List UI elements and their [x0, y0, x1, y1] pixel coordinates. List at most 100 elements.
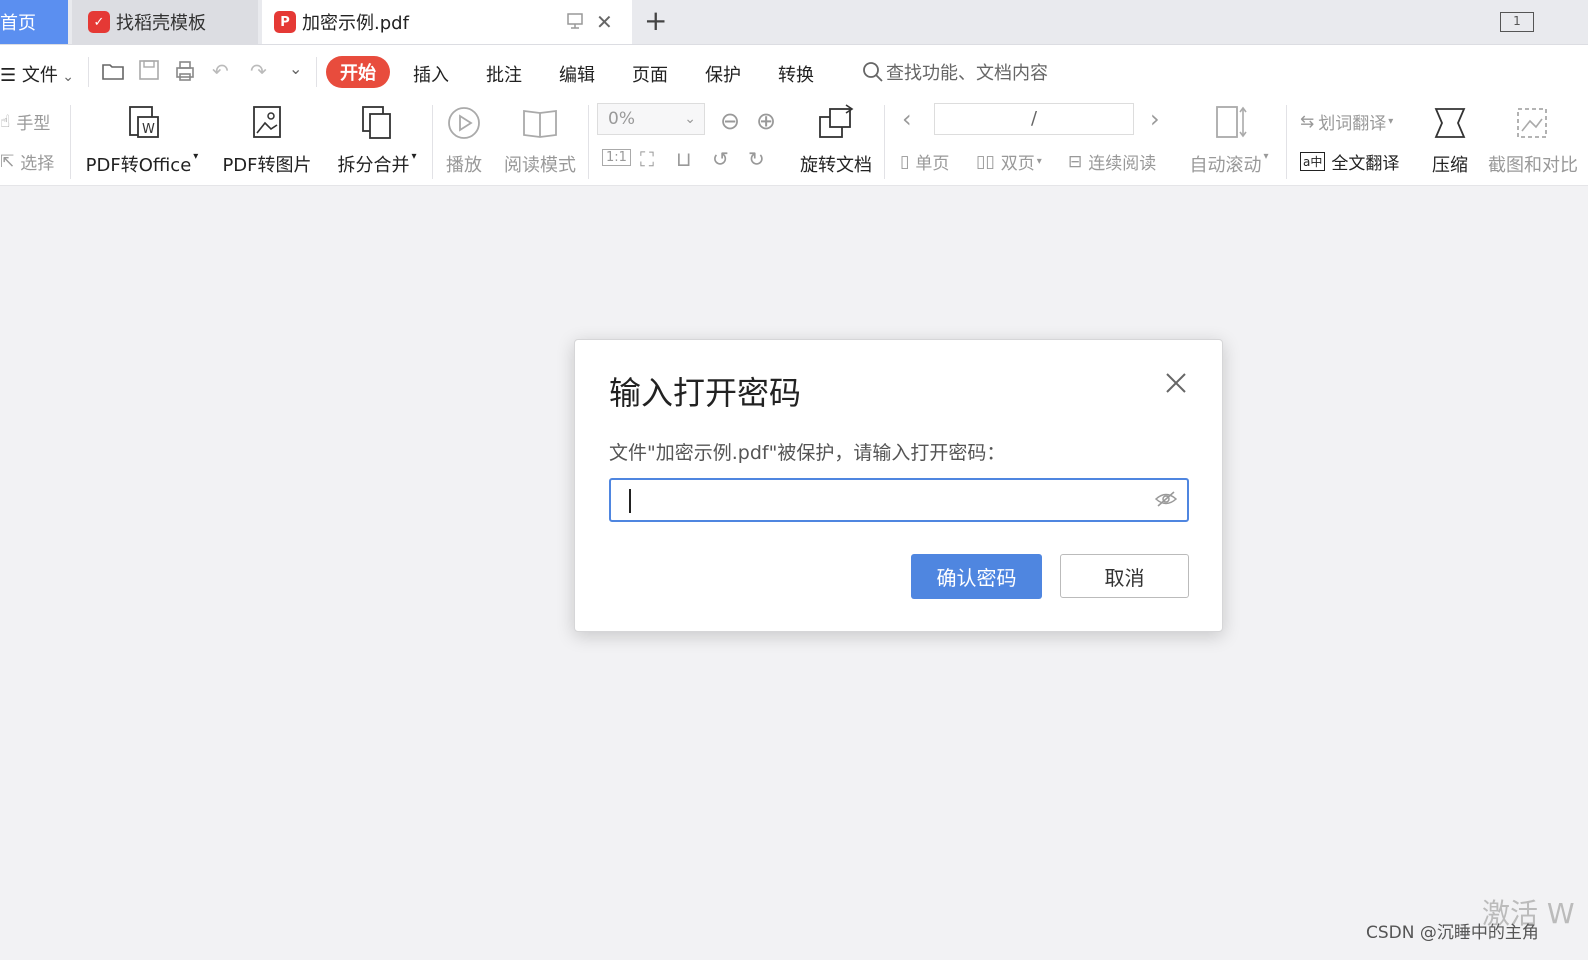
file-menu[interactable]: ☰ 文件 ⌄	[0, 61, 74, 87]
tab-annotate[interactable]: 批注	[486, 61, 522, 87]
divider	[316, 57, 317, 87]
close-tab-icon[interactable]: ✕	[596, 10, 613, 34]
divider	[432, 105, 433, 179]
page-number-input[interactable]: /	[934, 103, 1134, 135]
window-layout-control[interactable]: 1	[1500, 10, 1534, 32]
docer-logo-icon: ✓	[88, 11, 110, 33]
tab-home-label: 首页	[0, 13, 36, 34]
pdf-to-office-button[interactable]: W PDF转Office ▾	[84, 103, 200, 177]
divider	[1286, 105, 1287, 179]
pdf-to-image-label: PDF转图片	[222, 155, 312, 176]
redo-icon[interactable]: ↷	[250, 59, 267, 83]
tab-home[interactable]: 首页	[0, 0, 68, 44]
tab-insert[interactable]: 插入	[413, 61, 449, 87]
auto-scroll-label: 自动滚动	[1189, 155, 1262, 176]
tab-start[interactable]: 开始	[326, 56, 390, 88]
tab-document[interactable]: P 加密示例.pdf ✕	[262, 0, 632, 44]
continuous-read-button[interactable]: ⊟ 连续阅读	[1068, 149, 1157, 175]
pdf-to-image-button[interactable]: PDF转图片	[222, 103, 312, 177]
dialog-title: 输入打开密码	[609, 374, 802, 412]
compress-label: 压缩	[1432, 155, 1468, 176]
full-translate-icon: a中	[1300, 152, 1326, 171]
play-button[interactable]: 播放	[444, 103, 484, 177]
continuous-read-icon: ⊟	[1068, 151, 1083, 172]
auto-scroll-icon	[1216, 106, 1247, 138]
play-icon	[448, 107, 480, 139]
zoom-input[interactable]: 0% ⌄	[597, 103, 705, 135]
open-folder-icon[interactable]	[101, 59, 125, 88]
tab-protect[interactable]: 保护	[705, 61, 741, 87]
cancel-label: 取消	[1104, 565, 1145, 590]
tab-document-label: 加密示例.pdf	[302, 13, 409, 34]
tab-templates-label: 找稻壳模板	[116, 13, 206, 34]
auto-scroll-button[interactable]: 自动滚动 ▾	[1186, 103, 1272, 177]
pdf-to-office-label: PDF转Office	[85, 155, 192, 176]
full-translate-button[interactable]: a中 全文翻译	[1300, 149, 1399, 174]
split-merge-label: 拆分合并	[337, 155, 410, 176]
continuous-read-label: 连续阅读	[1088, 154, 1157, 174]
csdn-watermark: CSDN @沉睡中的主角	[1366, 923, 1539, 943]
compress-button[interactable]: 压缩	[1430, 103, 1470, 177]
compress-icon	[1434, 108, 1466, 138]
screenshot-icon	[1517, 108, 1547, 138]
zoom-out-icon[interactable]: ⊖	[720, 107, 740, 135]
chevron-down-icon: ⌄	[57, 69, 75, 85]
password-field[interactable]	[609, 478, 1189, 522]
cursor-icon: ⇱	[0, 151, 15, 172]
file-menu-label: 文件	[21, 65, 58, 86]
layout-box-icon: 1	[1500, 12, 1534, 32]
zoom-value: 0%	[608, 109, 635, 129]
password-dialog: 输入打开密码 文件"加密示例.pdf"被保护，请输入打开密码： 确认密码 取消	[574, 339, 1223, 632]
select-tool-label: 选择	[20, 154, 55, 174]
tab-convert[interactable]: 转换	[778, 61, 814, 87]
screenshot-compare-label: 截图和对比	[1488, 155, 1578, 176]
single-page-label: 单页	[915, 154, 950, 174]
menu-icon: ☰	[0, 65, 22, 86]
undo-icon[interactable]: ↶	[212, 59, 229, 83]
text-cursor	[629, 489, 631, 513]
rotate-document-button[interactable]: 旋转文档	[798, 103, 874, 177]
single-page-button[interactable]: ▯ 单页	[900, 149, 950, 175]
svg-text:W: W	[142, 122, 155, 137]
word-translate-button[interactable]: ⇆ 划词翻译 ▾	[1300, 109, 1393, 135]
next-page-icon[interactable]: ›	[1150, 105, 1160, 133]
hand-icon: ☝	[0, 111, 11, 132]
tab-templates[interactable]: ✓ 找稻壳模板	[72, 0, 258, 44]
chevron-down-icon[interactable]: ⌄	[684, 104, 696, 134]
fit-width-icon[interactable]: ⊔	[676, 147, 692, 171]
play-label: 播放	[446, 155, 482, 176]
eye-hidden-icon[interactable]	[1154, 490, 1178, 512]
zoom-in-icon[interactable]: ⊕	[756, 107, 776, 135]
save-icon[interactable]	[138, 59, 160, 86]
search-placeholder: 查找功能、文档内容	[886, 63, 1048, 84]
new-tab-button[interactable]: +	[644, 4, 667, 37]
split-merge-button[interactable]: 拆分合并 ▾	[334, 103, 420, 177]
prev-page-icon[interactable]: ‹	[902, 105, 912, 133]
cancel-button[interactable]: 取消	[1060, 554, 1189, 598]
confirm-password-button[interactable]: 确认密码	[911, 554, 1042, 599]
search-icon	[863, 62, 883, 82]
search-box[interactable]: 查找功能、文档内容	[862, 59, 1048, 85]
read-mode-button[interactable]: 阅读模式	[503, 103, 577, 177]
divider	[70, 105, 71, 179]
fit-page-icon[interactable]: ⛶	[640, 147, 654, 171]
rotate-left-icon[interactable]: ↺	[712, 147, 729, 171]
full-translate-label: 全文翻译	[1331, 154, 1400, 174]
select-tool-button[interactable]: ⇱ 选择	[0, 149, 55, 175]
actual-size-icon[interactable]: 1:1	[602, 149, 631, 166]
password-input[interactable]	[619, 484, 1143, 518]
rotate-document-icon	[819, 104, 854, 138]
double-page-button[interactable]: ▯▯ 双页 ▾	[976, 149, 1042, 175]
close-icon[interactable]	[1165, 372, 1187, 398]
print-icon[interactable]	[173, 59, 197, 88]
rotate-document-label: 旋转文档	[800, 155, 872, 176]
tab-edit[interactable]: 编辑	[559, 61, 595, 87]
screenshot-compare-button[interactable]: 截图和对比	[1488, 103, 1588, 177]
tab-page[interactable]: 页面	[632, 61, 668, 87]
rotate-right-icon[interactable]: ↻	[748, 147, 765, 171]
monitor-icon[interactable]	[566, 12, 584, 35]
double-page-icon: ▯▯	[976, 151, 995, 172]
read-mode-label: 阅读模式	[504, 155, 576, 176]
hand-tool-button[interactable]: ☝ 手型	[0, 109, 50, 135]
customize-chevron-icon[interactable]: ⌄	[289, 59, 302, 78]
